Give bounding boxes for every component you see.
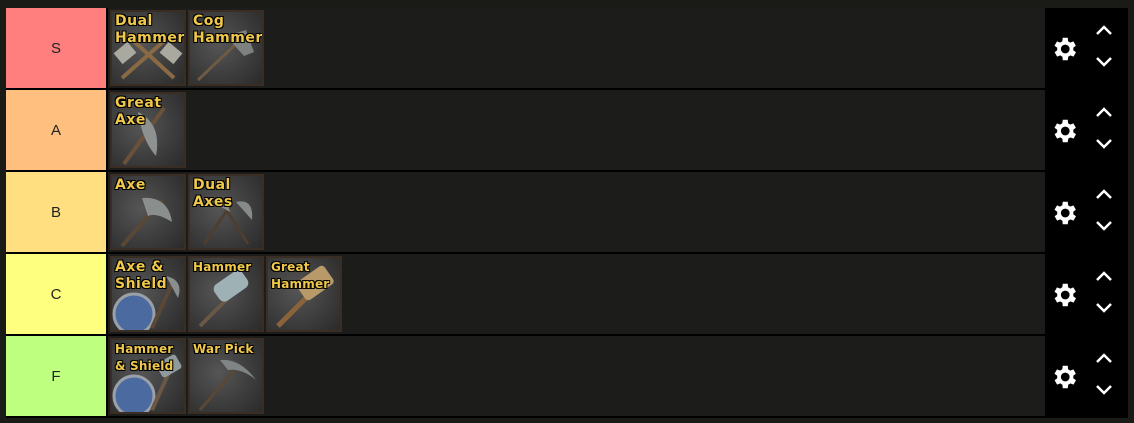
- item-name: Hammer & Shield: [115, 342, 174, 373]
- tier-controls: [1045, 8, 1128, 88]
- gear-icon[interactable]: [1049, 116, 1079, 146]
- tier-label-text: S: [50, 39, 61, 57]
- chevron-down-icon[interactable]: [1095, 384, 1113, 396]
- item-name: Cog Hammer: [193, 13, 263, 46]
- gear-icon[interactable]: [1049, 280, 1079, 310]
- item-name: Dual Axes: [193, 177, 233, 210]
- tier-row-s: S Dual Hammers Cog Hammer: [6, 8, 1128, 88]
- item-name: Dual Hammers: [115, 13, 186, 46]
- tier-label-text: A: [50, 121, 61, 139]
- tier-controls: [1045, 254, 1128, 334]
- chevron-up-icon[interactable]: [1095, 106, 1113, 118]
- tier-item-axe-and-shield[interactable]: Axe & Shield: [110, 256, 186, 332]
- chevron-up-icon[interactable]: [1095, 188, 1113, 200]
- gear-icon[interactable]: [1049, 362, 1079, 392]
- tier-list: S Dual Hammers Cog Hammer A Great Axe B …: [6, 8, 1128, 418]
- tier-label[interactable]: F: [6, 336, 106, 416]
- tier-row-b: B Axe Dual Axes: [6, 172, 1128, 252]
- tier-label[interactable]: B: [6, 172, 106, 252]
- chevron-up-icon[interactable]: [1095, 24, 1113, 36]
- tier-row-c: C Axe & Shield Hammer Great Hammer: [6, 254, 1128, 334]
- tier-item-hammer[interactable]: Hammer: [188, 256, 264, 332]
- item-name: War Pick: [193, 342, 254, 356]
- tier-label[interactable]: S: [6, 8, 106, 88]
- item-name: Hammer: [193, 260, 252, 274]
- tier-item-dual-hammers[interactable]: Dual Hammers: [110, 10, 186, 86]
- tier-label-text: B: [50, 203, 61, 221]
- item-name: Axe & Shield: [115, 259, 168, 292]
- tier-row-a: A Great Axe: [6, 90, 1128, 170]
- tier-label-text: F: [51, 367, 61, 385]
- chevron-down-icon[interactable]: [1095, 56, 1113, 68]
- tier-items[interactable]: Axe & Shield Hammer Great Hammer: [108, 254, 1045, 334]
- chevron-down-icon[interactable]: [1095, 220, 1113, 232]
- item-name: Great Hammer: [271, 260, 330, 291]
- chevron-down-icon[interactable]: [1095, 302, 1113, 314]
- tier-label-text: C: [50, 285, 62, 303]
- tier-label[interactable]: C: [6, 254, 106, 334]
- tier-item-great-axe[interactable]: Great Axe: [110, 92, 186, 168]
- gear-icon[interactable]: [1049, 34, 1079, 64]
- tier-controls: [1045, 90, 1128, 170]
- tier-item-dual-axes[interactable]: Dual Axes: [188, 174, 264, 250]
- tier-controls: [1045, 172, 1128, 252]
- tier-item-war-pick[interactable]: War Pick: [188, 338, 264, 414]
- tier-label[interactable]: A: [6, 90, 106, 170]
- tier-items[interactable]: Hammer & Shield War Pick: [108, 336, 1045, 416]
- tier-item-cog-hammer[interactable]: Cog Hammer: [188, 10, 264, 86]
- tier-items[interactable]: Great Axe: [108, 90, 1045, 170]
- tier-controls: [1045, 336, 1128, 416]
- chevron-up-icon[interactable]: [1095, 352, 1113, 364]
- tier-row-f: F Hammer & Shield War Pick: [6, 336, 1128, 416]
- tier-item-axe[interactable]: Axe: [110, 174, 186, 250]
- tier-item-great-hammer[interactable]: Great Hammer: [266, 256, 342, 332]
- tier-items[interactable]: Axe Dual Axes: [108, 172, 1045, 252]
- item-name: Axe: [115, 177, 146, 193]
- chevron-up-icon[interactable]: [1095, 270, 1113, 282]
- chevron-down-icon[interactable]: [1095, 138, 1113, 150]
- gear-icon[interactable]: [1049, 198, 1079, 228]
- item-name: Great Axe: [115, 95, 162, 128]
- tier-items[interactable]: Dual Hammers Cog Hammer: [108, 8, 1045, 88]
- tier-item-hammer-and-shield[interactable]: Hammer & Shield: [110, 338, 186, 414]
